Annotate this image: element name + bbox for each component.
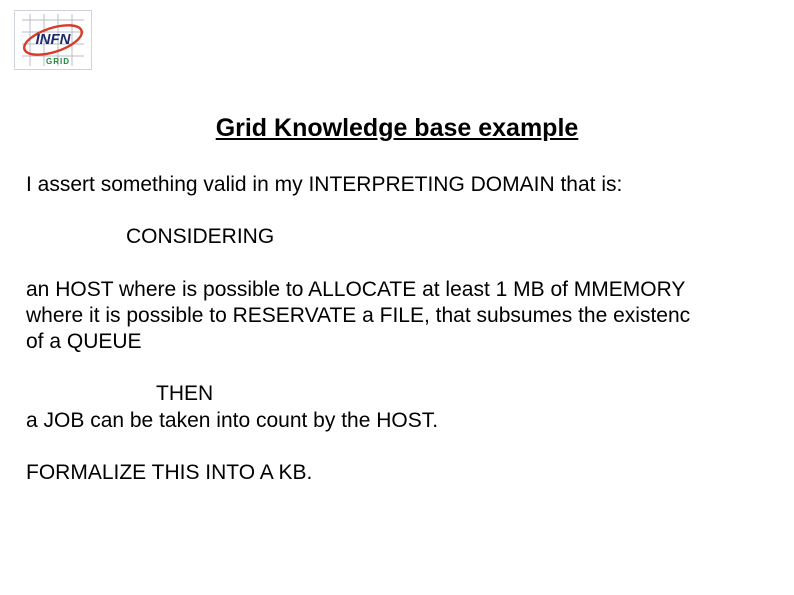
formalize-text: FORMALIZE THIS INTO A KB. bbox=[26, 460, 794, 486]
considering-text: CONSIDERING bbox=[26, 224, 794, 250]
job-text: a JOB can be taken into count by the HOS… bbox=[26, 408, 794, 434]
then-text: THEN bbox=[26, 381, 794, 407]
infn-grid-logo-icon: INFN GRID bbox=[14, 10, 92, 70]
svg-text:INFN: INFN bbox=[36, 31, 72, 48]
host-text: an HOST where is possible to ALLOCATE at… bbox=[26, 277, 794, 356]
slide-body: I assert something valid in my INTERPRET… bbox=[26, 172, 794, 486]
slide-title: Grid Knowledge base example bbox=[0, 114, 794, 143]
slide: INFN GRID Grid Knowledge base example I … bbox=[0, 0, 794, 595]
svg-text:GRID: GRID bbox=[46, 57, 70, 66]
intro-text: I assert something valid in my INTERPRET… bbox=[26, 172, 794, 198]
